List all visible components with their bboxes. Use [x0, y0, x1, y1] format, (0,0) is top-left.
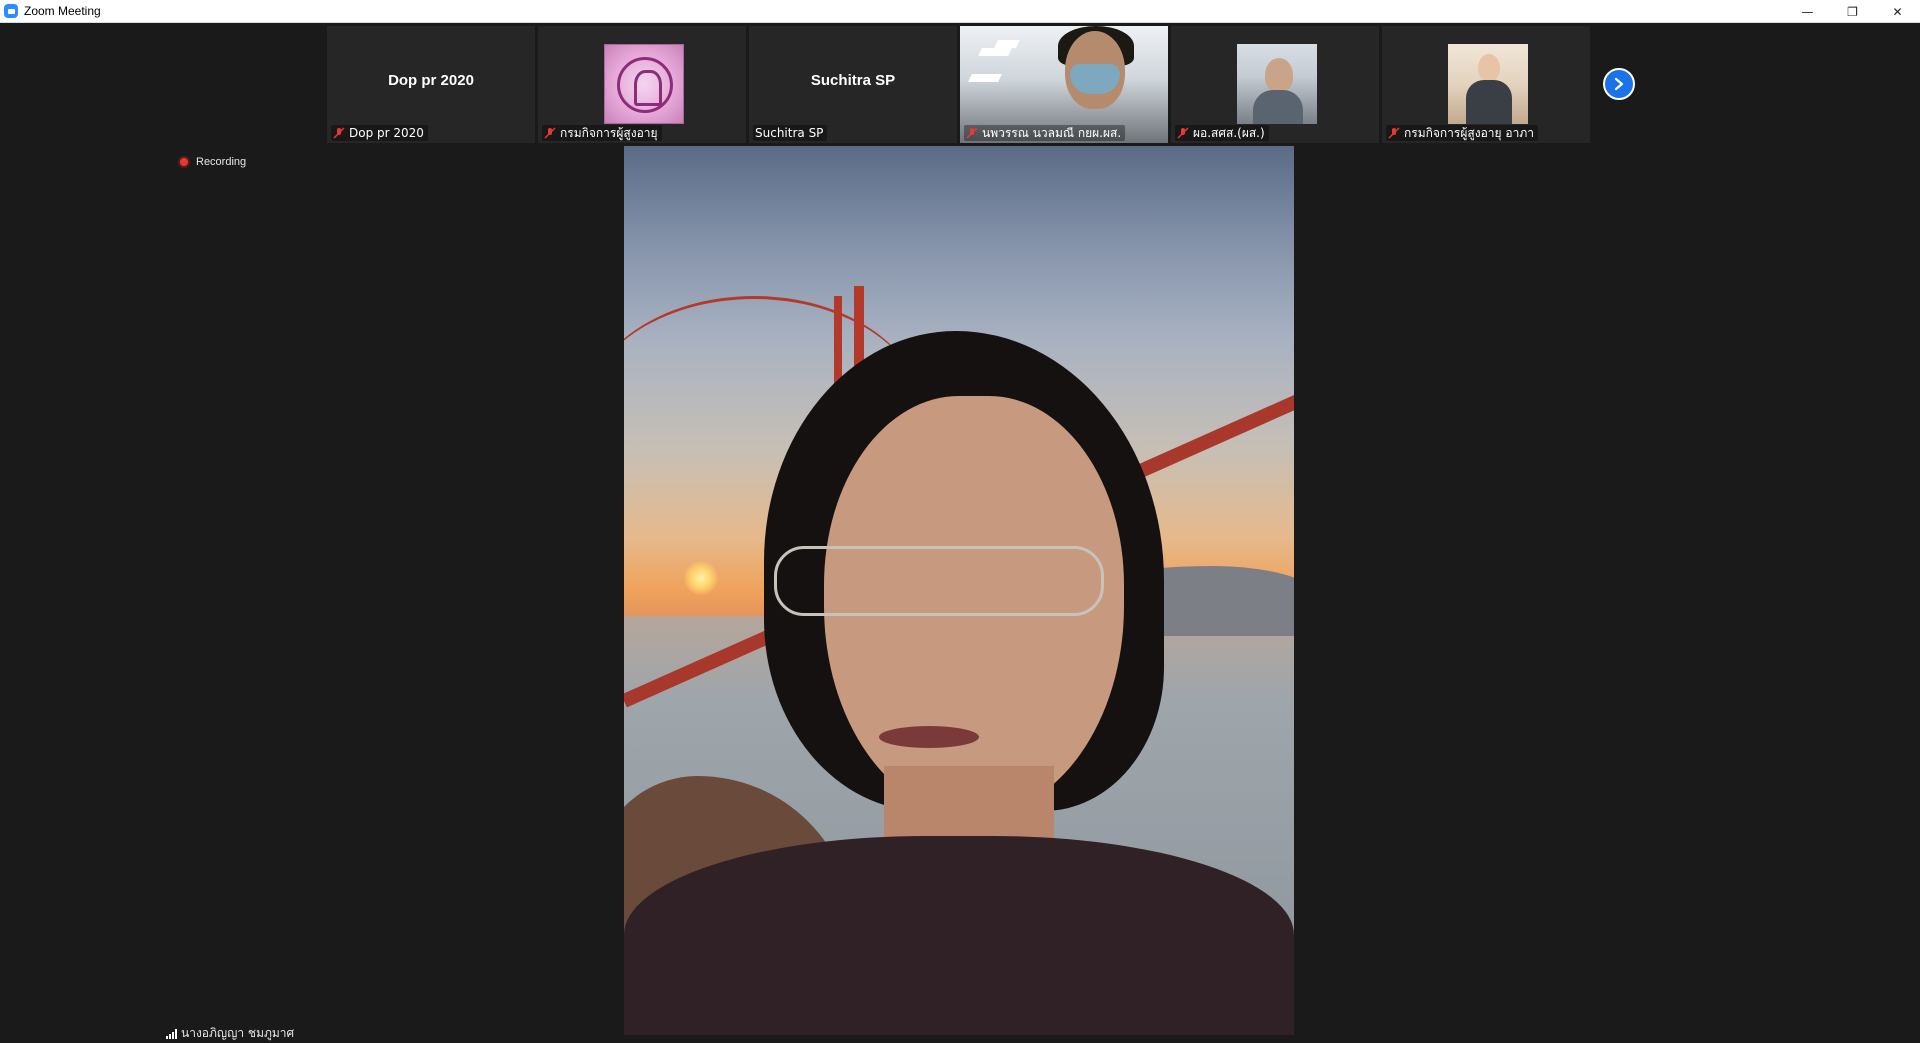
participant-label: Suchitra SP [753, 125, 828, 141]
participant-thumbnail-strip: Dop pr 2020 Dop pr 2020 กรมกิจการผู้สูงอ… [327, 26, 1590, 143]
participant-tile-6[interactable]: กรมกิจการผู้สูงอายุ อาภา [1382, 26, 1590, 143]
participant-label: กรมกิจการผู้สูงอายุ อาภา [1386, 125, 1538, 141]
active-speaker-label: นางอภิญญา ชมภูมาศ [166, 1024, 294, 1043]
profile-picture [1448, 44, 1528, 124]
active-speaker-video [624, 146, 1294, 1035]
meeting-stage: Dop pr 2020 Dop pr 2020 กรมกิจการผู้สูงอ… [0, 23, 1920, 1040]
profile-picture-seal [604, 44, 684, 124]
window-controls: — ❐ ✕ [1785, 0, 1920, 23]
participant-name: กรมกิจการผู้สูงอายุ อาภา [1404, 125, 1534, 140]
muted-mic-icon [966, 127, 978, 139]
participant-label: กรมกิจการผู้สูงอายุ [542, 125, 662, 141]
active-speaker-name: นางอภิญญา ชมภูมาศ [181, 1026, 295, 1040]
window-title: Zoom Meeting [24, 4, 101, 18]
participant-label: Dop pr 2020 [331, 125, 428, 141]
participant-name: Dop pr 2020 [349, 126, 424, 140]
muted-mic-icon [1388, 127, 1400, 139]
title-bar: Zoom Meeting — ❐ ✕ [0, 0, 1920, 23]
chevron-right-icon [1614, 77, 1624, 91]
participant-label: นพวรรณ นวลมณี กยผ.ผส. [964, 125, 1126, 141]
record-icon [178, 156, 190, 168]
muted-mic-icon [333, 127, 345, 139]
participant-tile-2[interactable]: กรมกิจการผู้สูงอายุ [538, 26, 746, 143]
signal-strength-icon [166, 1028, 177, 1039]
muted-mic-icon [1177, 127, 1189, 139]
zoom-app-icon [4, 4, 18, 18]
participant-name: ผอ.สศส.(ผส.) [1193, 125, 1265, 140]
profile-picture [1237, 44, 1317, 124]
close-button[interactable]: ✕ [1875, 0, 1920, 23]
participant-name: นพวรรณ นวลมณี กยผ.ผส. [982, 125, 1122, 140]
recording-indicator[interactable]: Recording [178, 156, 246, 168]
next-page-button[interactable] [1603, 68, 1635, 100]
participant-tile-3[interactable]: Suchitra SP Suchitra SP [749, 26, 957, 143]
participant-name: Suchitra SP [755, 126, 824, 140]
participant-label: ผอ.สศส.(ผส.) [1175, 125, 1269, 141]
restore-button[interactable]: ❐ [1830, 0, 1875, 23]
participant-name: กรมกิจการผู้สูงอายุ [560, 125, 658, 140]
minimize-button[interactable]: — [1785, 0, 1830, 23]
participant-tile-1[interactable]: Dop pr 2020 Dop pr 2020 [327, 26, 535, 143]
participant-tile-4[interactable]: นพวรรณ นวลมณี กยผ.ผส. [960, 26, 1168, 143]
participant-tile-5[interactable]: ผอ.สศส.(ผส.) [1171, 26, 1379, 143]
muted-mic-icon [544, 127, 556, 139]
recording-label: Recording [196, 156, 247, 168]
